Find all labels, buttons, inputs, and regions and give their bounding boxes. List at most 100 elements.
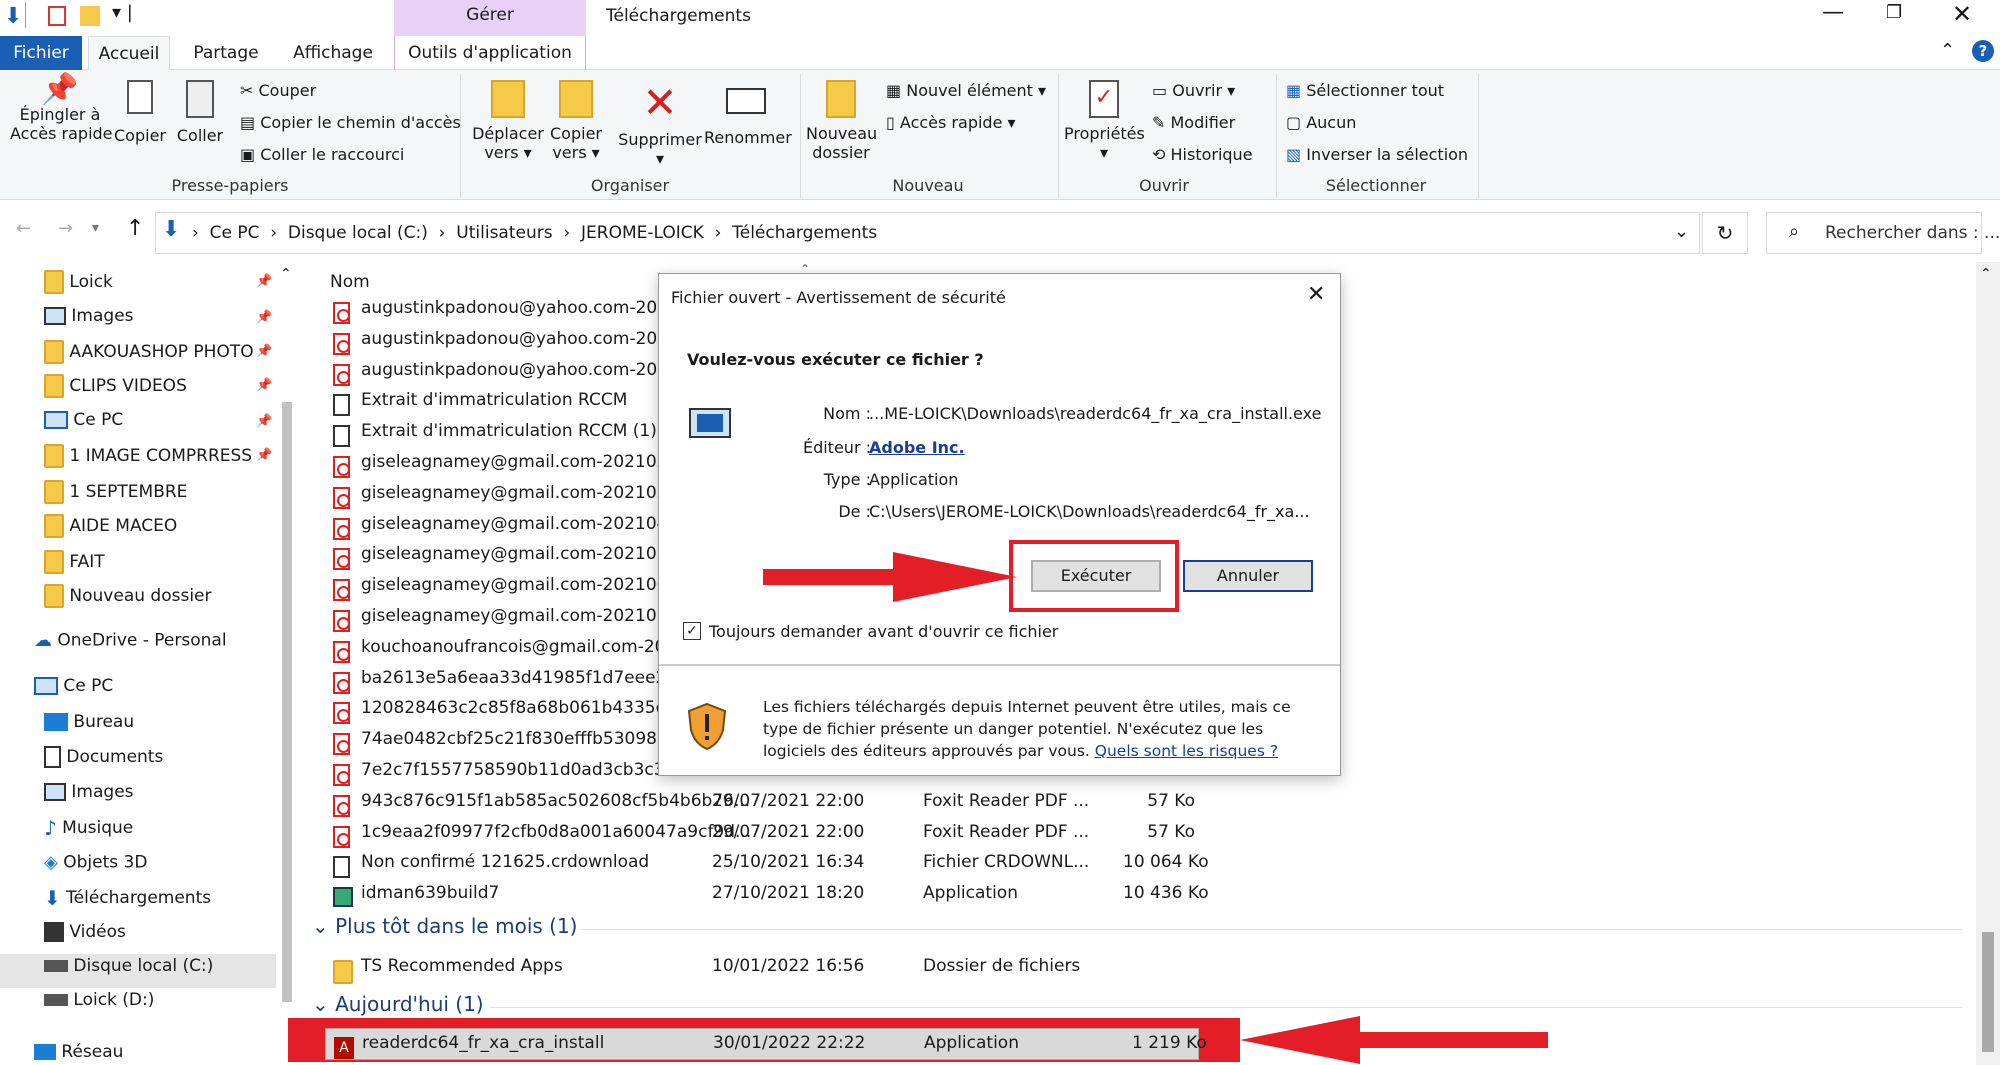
crumb-user[interactable]: JEROME-LOICK [581, 223, 704, 243]
copy-to-icon [559, 80, 593, 118]
tab-accueil[interactable]: Accueil [88, 36, 170, 70]
nav-videos[interactable]: Vidéos [44, 922, 126, 942]
select-none-button[interactable]: ▢ Aucun [1286, 110, 1356, 136]
tab-partage[interactable]: Partage [180, 36, 272, 70]
recent-dropdown-icon[interactable]: ▾ [92, 220, 99, 236]
nav-disque-local-c[interactable]: Disque local (C:) [44, 956, 213, 976]
scrollbar-thumb[interactable] [1982, 932, 1994, 1052]
pin-label: Épingler à Accès rapide [10, 105, 113, 143]
drive-icon [44, 994, 68, 1006]
nav-telechargements[interactable]: ⬇ Téléchargements [44, 886, 211, 910]
history-button[interactable]: ⟲ Historique [1152, 142, 1253, 168]
collapse-ribbon-icon[interactable]: ⌃ [1940, 40, 1955, 61]
crumb-telechargements[interactable]: Téléchargements [732, 223, 877, 243]
up-icon[interactable]: ↑ [126, 216, 144, 241]
copy-button[interactable]: Copier [110, 80, 170, 145]
file-name: idman639build7 [361, 883, 500, 904]
select-all-button[interactable]: ▦ Sélectionner tout [1286, 78, 1444, 104]
always-ask-label: Toujours demander avant d'ouvrir ce fich… [709, 622, 1059, 641]
refresh-icon[interactable]: ↻ [1702, 212, 1748, 254]
file-name: 7e2c7f1557758590b11d0ad3cb3c3c156 [361, 760, 707, 780]
nav-ce-pc[interactable]: Ce PC [34, 676, 113, 696]
copy-to-button[interactable]: Copier vers ▾ [546, 80, 606, 162]
crumb-disque-c[interactable]: Disque local (C:) [288, 223, 428, 243]
copy-icon [127, 80, 153, 114]
cut-button[interactable]: ✂ Couper [240, 78, 316, 104]
always-ask-checkbox[interactable]: ✓ [683, 622, 701, 640]
nav-aide-maceo[interactable]: AIDE MACEO [44, 514, 177, 538]
maximize-icon[interactable]: ❐ [1886, 2, 1902, 23]
nav-loick[interactable]: Loick [44, 270, 113, 294]
properties-quick-icon[interactable] [48, 6, 66, 26]
dialog-close-icon[interactable]: ✕ [1307, 282, 1325, 307]
paste-button[interactable]: Coller [172, 80, 228, 145]
nav-onedrive[interactable]: ☁ OneDrive - Personal [34, 630, 227, 651]
download-arrow-icon: ⬇ [4, 4, 23, 29]
properties-button[interactable]: ✓ Propriétés ▾ [1064, 80, 1145, 162]
address-dropdown-icon[interactable]: ⌄ [1674, 221, 1689, 242]
nav-images[interactable]: Images [44, 782, 134, 802]
minimize-icon[interactable]: — [1822, 0, 1844, 25]
file-type: Foxit Reader PDF ... [923, 790, 1090, 811]
quick-access-button[interactable]: ▯ Accès rapide ▾ [886, 110, 1016, 136]
open-button[interactable]: ▭ Ouvrir ▾ [1152, 78, 1235, 104]
group-header-earlier[interactable]: ⌄ Plus tôt dans le mois (1) [312, 914, 577, 938]
file-name: giseleagnamey@gmail.com-20210501 [361, 544, 690, 565]
tab-outils-application[interactable]: Outils d'application [394, 36, 586, 70]
risks-link[interactable]: Quels sont les risques ? [1095, 742, 1278, 760]
nav-1-septembre[interactable]: 1 SEPTEMBRE [44, 480, 187, 504]
rename-button[interactable]: Renommer [704, 80, 792, 147]
nav-documents[interactable]: Documents [44, 746, 163, 768]
back-icon[interactable]: ← [16, 218, 31, 239]
copy-path-button[interactable]: ▤ Copier le chemin d'accès [240, 110, 461, 136]
forward-icon[interactable]: → [58, 218, 73, 239]
vertical-scrollbar[interactable]: ⌃ [1976, 262, 2000, 1065]
nav-1-image-comprress[interactable]: 1 IMAGE COMPRRESS [44, 444, 252, 468]
nav-musique[interactable]: ♪ Musique [44, 816, 133, 840]
nav-reseau[interactable]: Réseau [34, 1042, 123, 1062]
search-input[interactable]: ⌕ Rechercher dans : ... [1766, 212, 2000, 254]
execute-button[interactable]: Exécuter [1031, 560, 1161, 592]
close-icon[interactable]: ✕ [1952, 0, 1972, 28]
nav-scrollbar-thumb[interactable] [282, 402, 292, 1002]
nav-ce-pc-pinned[interactable]: Ce PC [44, 410, 123, 430]
group-clipboard-label: Presse-papiers [171, 176, 289, 195]
cancel-button[interactable]: Annuler [1183, 560, 1313, 592]
nav-clips-videos[interactable]: CLIPS VIDEOS [44, 374, 187, 398]
scroll-up-icon[interactable]: ⌃ [280, 266, 292, 282]
nav-loick-d[interactable]: Loick (D:) [44, 990, 154, 1010]
column-header-name[interactable]: Nom [330, 272, 370, 292]
nav-images-pinned[interactable]: Images [44, 306, 134, 326]
delete-button[interactable]: ✕ Supprimer ▾ [618, 80, 702, 169]
new-item-button[interactable]: ▦ Nouvel élément ▾ [886, 78, 1046, 104]
quick-access-dropdown-icon[interactable]: ▾ | [112, 2, 133, 23]
file-row-readerdc64[interactable]: A readerdc64_fr_xa_cra_install 30/01/202… [325, 1028, 1207, 1060]
edit-pencil-icon: ✎ [1152, 113, 1166, 132]
nav-nouveau-dossier[interactable]: Nouveau dossier [44, 584, 212, 608]
paste-label: Coller [176, 126, 224, 145]
tab-affichage[interactable]: Affichage [282, 36, 384, 70]
nav-aakouashop[interactable]: AAKOUASHOP PHOTO [44, 340, 254, 364]
ribbon: 📌 Épingler à Accès rapide Copier Coller … [0, 70, 2000, 200]
edit-button[interactable]: ✎ Modifier [1152, 110, 1235, 136]
crumb-utilisateurs[interactable]: Utilisateurs [456, 223, 552, 243]
help-icon[interactable]: ? [1972, 40, 1994, 62]
invert-selection-button[interactable]: ▧ Inverser la sélection [1286, 142, 1468, 168]
file-name: Extrait d'immatriculation RCCM [361, 390, 628, 411]
pin-quick-access-button[interactable]: 📌 Épingler à Accès rapide [10, 75, 113, 144]
new-folder-button[interactable]: Nouveau dossier [806, 80, 877, 162]
nav-fait[interactable]: FAIT [44, 550, 105, 574]
group-header-today[interactable]: ⌄ Aujourd'hui (1) [312, 992, 484, 1016]
address-bar[interactable]: ⬇ › Ce PC › Disque local (C:) › Utilisat… [155, 212, 1700, 254]
publisher-link[interactable]: Adobe Inc. [869, 438, 965, 457]
paste-shortcut-button[interactable]: ▣ Coller le raccourci [240, 142, 404, 168]
nav-bureau[interactable]: Bureau [44, 712, 134, 732]
crumb-ce-pc[interactable]: Ce PC [210, 223, 260, 243]
move-to-button[interactable]: Déplacer vers ▾ [468, 80, 548, 162]
nav-objets-3d[interactable]: ◈ Objets 3D [44, 852, 147, 873]
invert-selection-icon: ▧ [1286, 145, 1302, 164]
document-icon [333, 856, 350, 879]
folder-quick-icon[interactable] [80, 6, 100, 26]
tab-fichier[interactable]: Fichier [0, 36, 82, 70]
scroll-up-arrow-icon[interactable]: ⌃ [1980, 266, 1992, 282]
